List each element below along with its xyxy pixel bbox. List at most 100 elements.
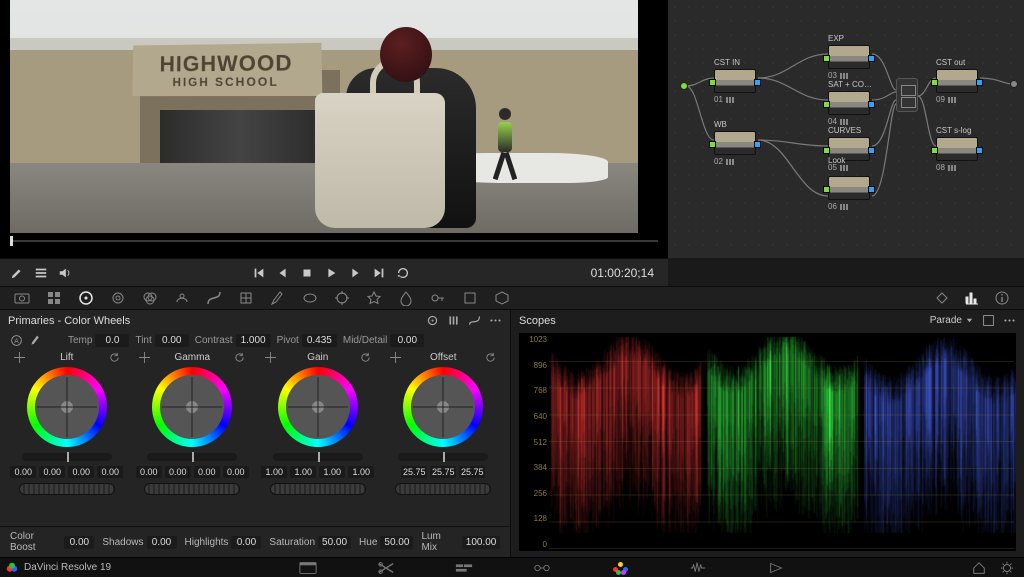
contrast-value[interactable]: 1.000 xyxy=(236,334,271,347)
picker-icon[interactable] xyxy=(10,266,24,280)
color-wheels-icon[interactable] xyxy=(78,290,94,306)
info-icon[interactable] xyxy=(994,290,1010,306)
wheel-value[interactable]: 25.75 xyxy=(401,466,427,478)
loop-icon[interactable] xyxy=(396,266,410,280)
wheel-value[interactable]: 0.00 xyxy=(136,466,162,478)
wheel-value[interactable]: 0.00 xyxy=(223,466,249,478)
y-slider[interactable] xyxy=(22,453,112,461)
pick-wb-icon[interactable] xyxy=(29,334,42,347)
wheel-value[interactable]: 0.00 xyxy=(10,466,36,478)
jog-wheel[interactable] xyxy=(270,483,366,495)
tracking-icon[interactable] xyxy=(334,290,350,306)
fairlight-page-icon[interactable] xyxy=(689,561,707,575)
pivot-value[interactable]: 0.435 xyxy=(302,334,337,347)
camera-raw-icon[interactable] xyxy=(14,290,30,306)
deliver-page-icon[interactable] xyxy=(767,561,785,575)
blur-icon[interactable] xyxy=(398,290,414,306)
last-frame-icon[interactable] xyxy=(372,266,386,280)
edit-page-icon[interactable] xyxy=(455,561,473,575)
wheel-value[interactable]: 25.75 xyxy=(459,466,485,478)
curves-icon[interactable] xyxy=(206,290,222,306)
crosshair-icon[interactable] xyxy=(139,352,150,363)
mute-icon[interactable] xyxy=(58,266,72,280)
auto-balance-icon[interactable]: A xyxy=(10,334,23,347)
mid-detail-value[interactable]: 0.00 xyxy=(390,334,424,347)
stop-icon[interactable] xyxy=(300,266,314,280)
rgb-mixer-icon[interactable] xyxy=(142,290,158,306)
temp-value[interactable]: 0.0 xyxy=(95,334,129,347)
context-menu-icon[interactable] xyxy=(34,266,48,280)
crosshair-icon[interactable] xyxy=(265,352,276,363)
y-slider[interactable] xyxy=(398,453,488,461)
wheels-mode-icon[interactable] xyxy=(426,314,439,327)
3d-icon[interactable] xyxy=(494,290,510,306)
compound-node[interactable] xyxy=(896,78,918,112)
shadows-value[interactable]: 0.00 xyxy=(147,536,177,549)
scopes-expand-icon[interactable] xyxy=(982,314,995,327)
node-sat-co-[interactable]: SAT + CO…04 xyxy=(828,80,870,126)
y-slider[interactable] xyxy=(147,453,237,461)
home-icon[interactable] xyxy=(972,561,986,575)
color-boost-value[interactable]: 0.00 xyxy=(64,536,94,549)
node-look[interactable]: Look xyxy=(828,156,870,167)
wheel-value[interactable]: 0.00 xyxy=(39,466,65,478)
node-cst-s-log[interactable]: CST s-log08 xyxy=(936,126,978,172)
color-wheel[interactable] xyxy=(27,367,107,447)
color-warper-icon[interactable] xyxy=(238,290,254,306)
viewer[interactable]: HIGHWOOD HIGH SCHOOL xyxy=(10,0,638,233)
wheel-value[interactable]: 1.00 xyxy=(261,466,287,478)
node-source[interactable] xyxy=(680,82,688,90)
project-settings-icon[interactable] xyxy=(1000,561,1014,575)
media-page-icon[interactable] xyxy=(299,561,317,575)
wheel-value[interactable]: 0.00 xyxy=(165,466,191,478)
wheel-value[interactable]: 1.00 xyxy=(290,466,316,478)
saturation-value[interactable]: 50.00 xyxy=(318,536,351,549)
node-wb[interactable]: WB02 xyxy=(714,120,756,166)
next-frame-icon[interactable] xyxy=(348,266,362,280)
node-exp[interactable]: EXP03 xyxy=(828,34,870,80)
keyframe-icon[interactable] xyxy=(934,290,950,306)
prev-frame-icon[interactable] xyxy=(276,266,290,280)
scopes-options-icon[interactable] xyxy=(1003,314,1016,327)
jog-wheel[interactable] xyxy=(144,483,240,495)
node-06[interactable]: 06 xyxy=(828,176,870,211)
wheel-value[interactable]: 25.75 xyxy=(430,466,456,478)
reset-icon[interactable] xyxy=(109,352,120,363)
color-page-icon[interactable] xyxy=(611,561,629,575)
qualifier-icon[interactable] xyxy=(270,290,286,306)
wheel-value[interactable]: 0.00 xyxy=(97,466,123,478)
hdr-icon[interactable] xyxy=(110,290,126,306)
node-cst-in[interactable]: CST IN01 xyxy=(714,58,756,104)
key-icon[interactable] xyxy=(430,290,446,306)
crosshair-icon[interactable] xyxy=(14,352,25,363)
magic-mask-icon[interactable] xyxy=(366,290,382,306)
tint-value[interactable]: 0.00 xyxy=(155,334,189,347)
reset-icon[interactable] xyxy=(360,352,371,363)
bars-mode-icon[interactable] xyxy=(447,314,460,327)
y-slider[interactable] xyxy=(273,453,363,461)
wheel-value[interactable]: 1.00 xyxy=(319,466,345,478)
fusion-page-icon[interactable] xyxy=(533,561,551,575)
viewer-timecode[interactable]: 01:00:20;14 xyxy=(591,266,668,280)
lum-mix-value[interactable]: 100.00 xyxy=(462,536,500,549)
scopes-mode-select[interactable]: Parade xyxy=(930,315,974,326)
cut-page-icon[interactable] xyxy=(377,561,395,575)
motion-effects-icon[interactable] xyxy=(174,290,190,306)
color-wheel[interactable] xyxy=(278,367,358,447)
window-icon[interactable] xyxy=(302,290,318,306)
options-icon[interactable] xyxy=(489,314,502,327)
wheel-value[interactable]: 1.00 xyxy=(348,466,374,478)
node-graph[interactable]: CST IN01WB02EXP03SAT + CO…04CURVES05Look… xyxy=(668,0,1024,258)
log-mode-icon[interactable] xyxy=(468,314,481,327)
wheel-value[interactable]: 0.00 xyxy=(68,466,94,478)
jog-wheel[interactable] xyxy=(395,483,491,495)
viewer-progress[interactable] xyxy=(10,238,658,244)
crosshair-icon[interactable] xyxy=(390,352,401,363)
reset-icon[interactable] xyxy=(485,352,496,363)
color-wheel[interactable] xyxy=(403,367,483,447)
color-match-icon[interactable] xyxy=(46,290,62,306)
scopes-toggle-icon[interactable] xyxy=(964,290,980,306)
wheel-value[interactable]: 0.00 xyxy=(194,466,220,478)
first-frame-icon[interactable] xyxy=(252,266,266,280)
play-icon[interactable] xyxy=(324,266,338,280)
